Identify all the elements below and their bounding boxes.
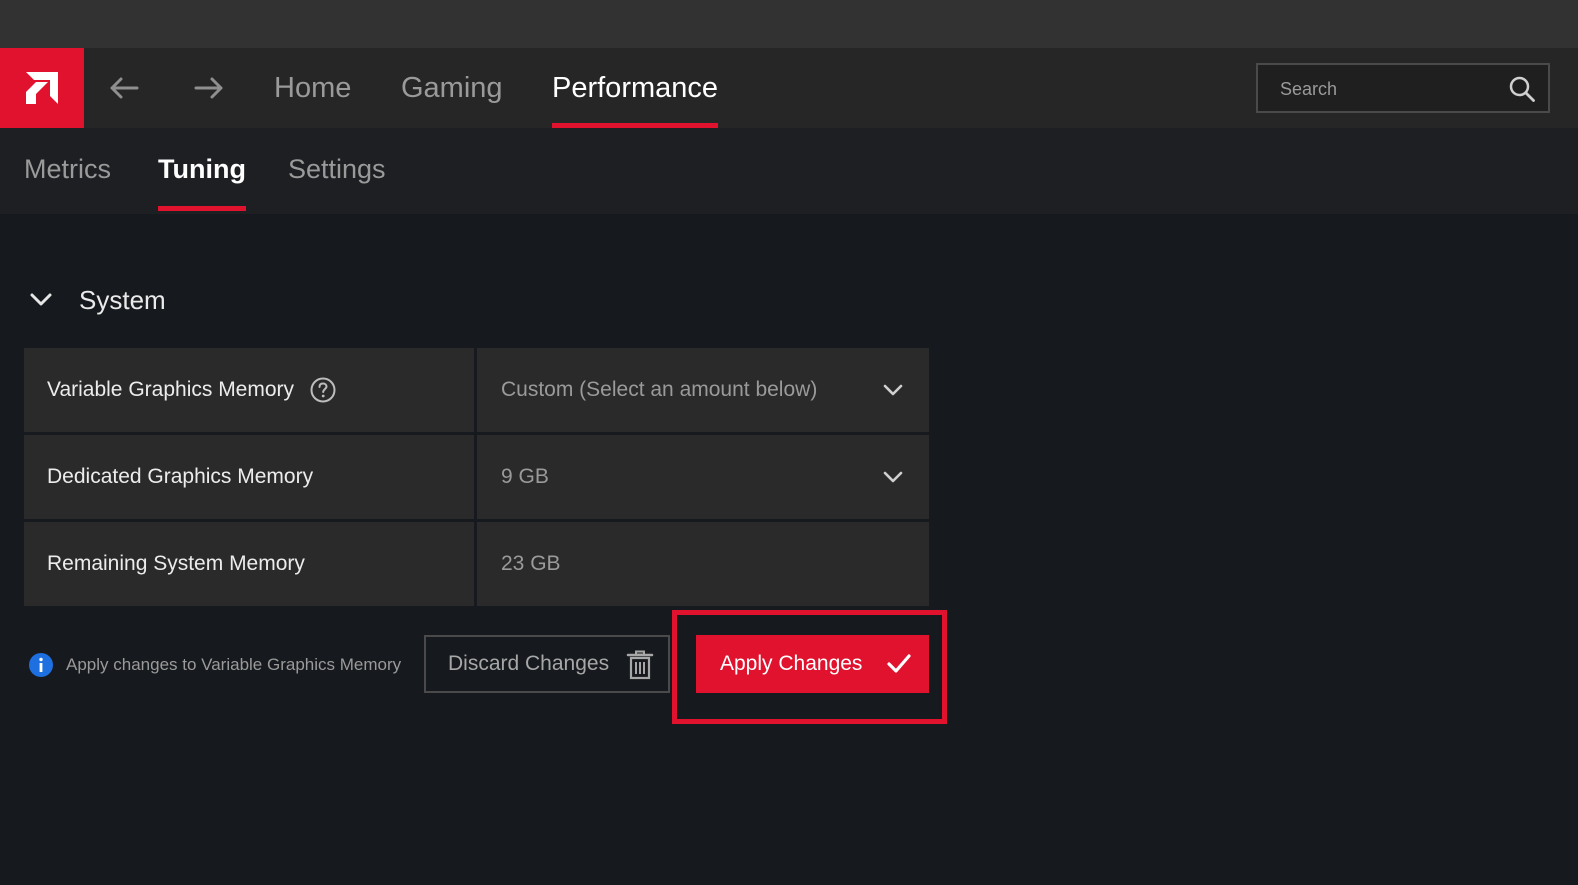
window-title-bar: [0, 0, 1578, 48]
apply-changes-label: Apply Changes: [720, 652, 863, 675]
chevron-down-icon: [30, 293, 52, 306]
discard-changes-label: Discard Changes: [448, 652, 610, 675]
tab-metrics[interactable]: Metrics: [24, 128, 111, 211]
setting-label-cell: Variable Graphics Memory: [24, 348, 474, 432]
search-input[interactable]: [1278, 65, 1502, 113]
tab-tuning[interactable]: Tuning: [158, 128, 246, 211]
system-settings-table: Variable Graphics Memory Custom (Select …: [24, 348, 929, 609]
trash-icon: [626, 650, 654, 680]
note-text: Apply changes to Variable Graphics Memor…: [66, 655, 402, 674]
dropdown-value: Custom (Select an amount below): [501, 378, 818, 401]
setting-label: Remaining System Memory: [47, 552, 305, 575]
chevron-down-icon: [883, 471, 903, 483]
tab-settings[interactable]: Settings: [288, 128, 386, 211]
apply-changes-note: Apply changes to Variable Graphics Memor…: [28, 651, 401, 679]
setting-label: Variable Graphics Memory: [47, 378, 295, 401]
info-icon: [29, 653, 53, 677]
back-button[interactable]: [106, 70, 142, 106]
chevron-down-icon: [883, 384, 903, 396]
readonly-value: 23 GB: [501, 552, 561, 575]
checkmark-icon: [887, 654, 911, 673]
setting-label: Dedicated Graphics Memory: [47, 465, 314, 488]
arrow-left-icon: [110, 77, 139, 99]
apply-changes-button[interactable]: Apply Changes: [696, 635, 929, 693]
dropdown-value: 9 GB: [501, 465, 549, 488]
section-title: System: [79, 284, 166, 315]
help-icon[interactable]: [310, 377, 336, 403]
search-box: [1256, 63, 1550, 113]
setting-row-dedicated-graphics-memory: Dedicated Graphics Memory 9 GB: [24, 435, 929, 519]
remaining-system-memory-value: 23 GB: [477, 522, 929, 606]
dedicated-graphics-memory-dropdown[interactable]: 9 GB: [477, 435, 929, 519]
variable-graphics-memory-dropdown[interactable]: Custom (Select an amount below): [477, 348, 929, 432]
search-icon[interactable]: [1508, 75, 1536, 103]
setting-label-cell: Dedicated Graphics Memory: [24, 435, 474, 519]
system-section-toggle[interactable]: System: [24, 278, 166, 322]
setting-row-variable-graphics-memory: Variable Graphics Memory Custom (Select …: [24, 348, 929, 432]
forward-button[interactable]: [191, 70, 227, 106]
amd-logo-glyph: [26, 72, 58, 104]
tab-gaming[interactable]: Gaming: [401, 48, 503, 128]
discard-changes-button[interactable]: Discard Changes: [424, 635, 670, 693]
arrow-right-icon: [194, 77, 223, 99]
top-navigation-bar: Home Gaming Performance: [0, 48, 1578, 128]
tab-performance[interactable]: Performance: [552, 48, 719, 128]
tab-home[interactable]: Home: [274, 48, 351, 128]
setting-label-cell: Remaining System Memory: [24, 522, 474, 606]
amd-logo-icon[interactable]: [0, 48, 84, 128]
sub-navigation-bar: Metrics Tuning Settings: [0, 128, 1578, 214]
setting-row-remaining-system-memory: Remaining System Memory 23 GB: [24, 522, 929, 606]
